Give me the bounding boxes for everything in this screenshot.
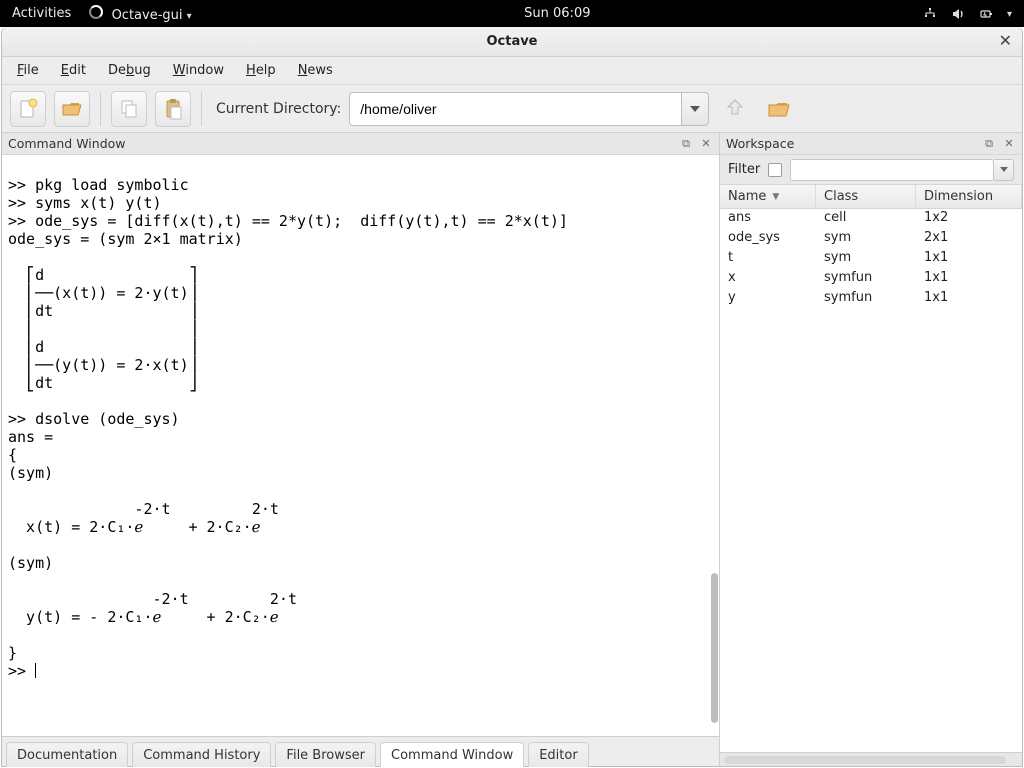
- copy-button[interactable]: [111, 91, 147, 127]
- window-close-button[interactable]: ✕: [999, 31, 1012, 50]
- filter-checkbox[interactable]: [768, 163, 782, 177]
- cell-dimension: 1x1: [916, 289, 1022, 309]
- table-row[interactable]: ysymfun1x1: [720, 289, 1022, 309]
- col-header-dimension[interactable]: Dimension: [916, 185, 1022, 208]
- window-title: Octave: [486, 34, 537, 49]
- network-icon[interactable]: [923, 7, 937, 21]
- cell-class: symfun: [816, 269, 916, 289]
- octave-window: Octave ✕ File Edit Debug Window Help New…: [1, 27, 1023, 767]
- toolbar-separator-2: [201, 92, 202, 126]
- menu-debug[interactable]: Debug: [99, 60, 160, 81]
- workspace-header[interactable]: Workspace ⧉ ✕: [720, 133, 1022, 155]
- undock-icon[interactable]: ⧉: [679, 137, 693, 151]
- current-directory-label: Current Directory:: [216, 101, 341, 117]
- cell-name: t: [720, 249, 816, 269]
- browse-directory-button[interactable]: [761, 91, 797, 127]
- activities-button[interactable]: Activities: [12, 6, 71, 21]
- col-header-name[interactable]: Name▼: [720, 185, 816, 208]
- command-window-header[interactable]: Command Window ⧉ ✕: [2, 133, 719, 155]
- cell-class: sym: [816, 229, 916, 249]
- workspace-table-header[interactable]: Name▼ Class Dimension: [720, 185, 1022, 209]
- tab-command-window[interactable]: Command Window: [380, 742, 524, 767]
- table-row[interactable]: tsym1x1: [720, 249, 1022, 269]
- window-titlebar[interactable]: Octave ✕: [2, 27, 1022, 57]
- vertical-scrollbar-thumb[interactable]: [711, 573, 718, 723]
- undock-workspace-icon[interactable]: ⧉: [982, 137, 996, 151]
- current-directory-input[interactable]: [349, 92, 681, 126]
- cell-dimension: 1x1: [916, 249, 1022, 269]
- cell-class: sym: [816, 249, 916, 269]
- table-row[interactable]: anscell1x2: [720, 209, 1022, 229]
- toolbar: Current Directory:: [2, 85, 1022, 133]
- new-file-button[interactable]: [10, 91, 46, 127]
- command-output[interactable]: >> pkg load symbolic >> syms x(t) y(t) >…: [2, 170, 719, 721]
- close-panel-icon[interactable]: ✕: [699, 137, 713, 151]
- toolbar-separator: [100, 92, 101, 126]
- battery-icon[interactable]: [979, 7, 993, 21]
- cell-class: cell: [816, 209, 916, 229]
- cell-name: ans: [720, 209, 816, 229]
- table-row[interactable]: xsymfun1x1: [720, 269, 1022, 289]
- tab-editor[interactable]: Editor: [528, 742, 588, 767]
- gnome-top-bar: Activities Octave-gui Sun 06:09: [0, 0, 1024, 27]
- menu-edit[interactable]: Edit: [52, 60, 95, 81]
- left-panel: Command Window ⧉ ✕ >> pkg load symbolic …: [2, 133, 720, 766]
- cell-name: y: [720, 289, 816, 309]
- tab-command-history[interactable]: Command History: [132, 742, 271, 767]
- paste-button[interactable]: [155, 91, 191, 127]
- horizontal-scrollbar-thumb[interactable]: [724, 756, 1006, 764]
- command-window-area[interactable]: >> pkg load symbolic >> syms x(t) y(t) >…: [2, 155, 719, 736]
- app-menu-label: Octave-gui: [112, 8, 183, 23]
- up-directory-button[interactable]: [717, 91, 753, 127]
- cell-class: symfun: [816, 289, 916, 309]
- open-file-button[interactable]: [54, 91, 90, 127]
- menubar: File Edit Debug Window Help News: [2, 57, 1022, 85]
- menu-help[interactable]: Help: [237, 60, 285, 81]
- volume-icon[interactable]: [951, 7, 965, 21]
- filter-input[interactable]: [790, 159, 994, 181]
- command-window-title: Command Window: [8, 136, 126, 151]
- menu-window[interactable]: Window: [164, 60, 233, 81]
- tab-file-browser[interactable]: File Browser: [275, 742, 376, 767]
- col-header-class[interactable]: Class: [816, 185, 916, 208]
- menu-news[interactable]: News: [289, 60, 342, 81]
- vertical-scrollbar-track[interactable]: [709, 155, 719, 736]
- workspace-title: Workspace: [726, 136, 794, 151]
- filter-dropdown[interactable]: [994, 159, 1014, 181]
- text-cursor: [35, 663, 36, 678]
- cell-dimension: 1x2: [916, 209, 1022, 229]
- spinner-icon: [89, 5, 103, 19]
- workspace-horizontal-scrollbar[interactable]: [720, 752, 1022, 766]
- table-row[interactable]: ode_syssym2x1: [720, 229, 1022, 249]
- clock[interactable]: Sun 06:09: [192, 6, 923, 21]
- cell-name: ode_sys: [720, 229, 816, 249]
- menu-file[interactable]: File: [8, 60, 48, 81]
- filter-label: Filter: [728, 162, 760, 177]
- current-directory-dropdown[interactable]: [681, 92, 709, 126]
- app-menu[interactable]: Octave-gui: [89, 5, 191, 23]
- workspace-panel: Workspace ⧉ ✕ Filter Name▼ Class Dimensi…: [720, 133, 1022, 766]
- cell-dimension: 1x1: [916, 269, 1022, 289]
- bottom-tabstrip: DocumentationCommand HistoryFile Browser…: [2, 736, 719, 766]
- close-workspace-icon[interactable]: ✕: [1002, 137, 1016, 151]
- system-menu-caret[interactable]: [1007, 6, 1012, 21]
- workspace-table: Name▼ Class Dimension anscell1x2ode_syss…: [720, 185, 1022, 752]
- workspace-filter-bar: Filter: [720, 155, 1022, 185]
- cell-dimension: 2x1: [916, 229, 1022, 249]
- tab-documentation[interactable]: Documentation: [6, 742, 128, 767]
- sort-caret-icon: ▼: [772, 192, 779, 202]
- cell-name: x: [720, 269, 816, 289]
